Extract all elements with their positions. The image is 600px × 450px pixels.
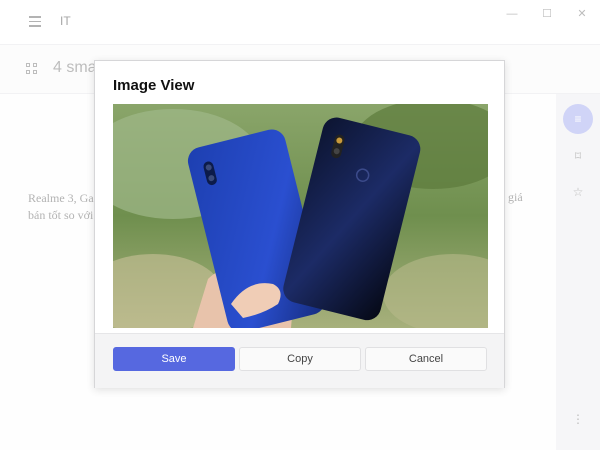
save-button[interactable]: Save bbox=[113, 347, 235, 371]
image-view-dialog: Image View Save Copy Cancel bbox=[94, 60, 505, 388]
copy-button[interactable]: Copy bbox=[239, 347, 361, 371]
preview-image bbox=[113, 104, 488, 328]
dialog-title: Image View bbox=[113, 77, 195, 94]
cancel-button[interactable]: Cancel bbox=[365, 347, 487, 371]
phones-photo bbox=[113, 104, 488, 328]
dialog-actions: Save Copy Cancel bbox=[95, 333, 504, 388]
